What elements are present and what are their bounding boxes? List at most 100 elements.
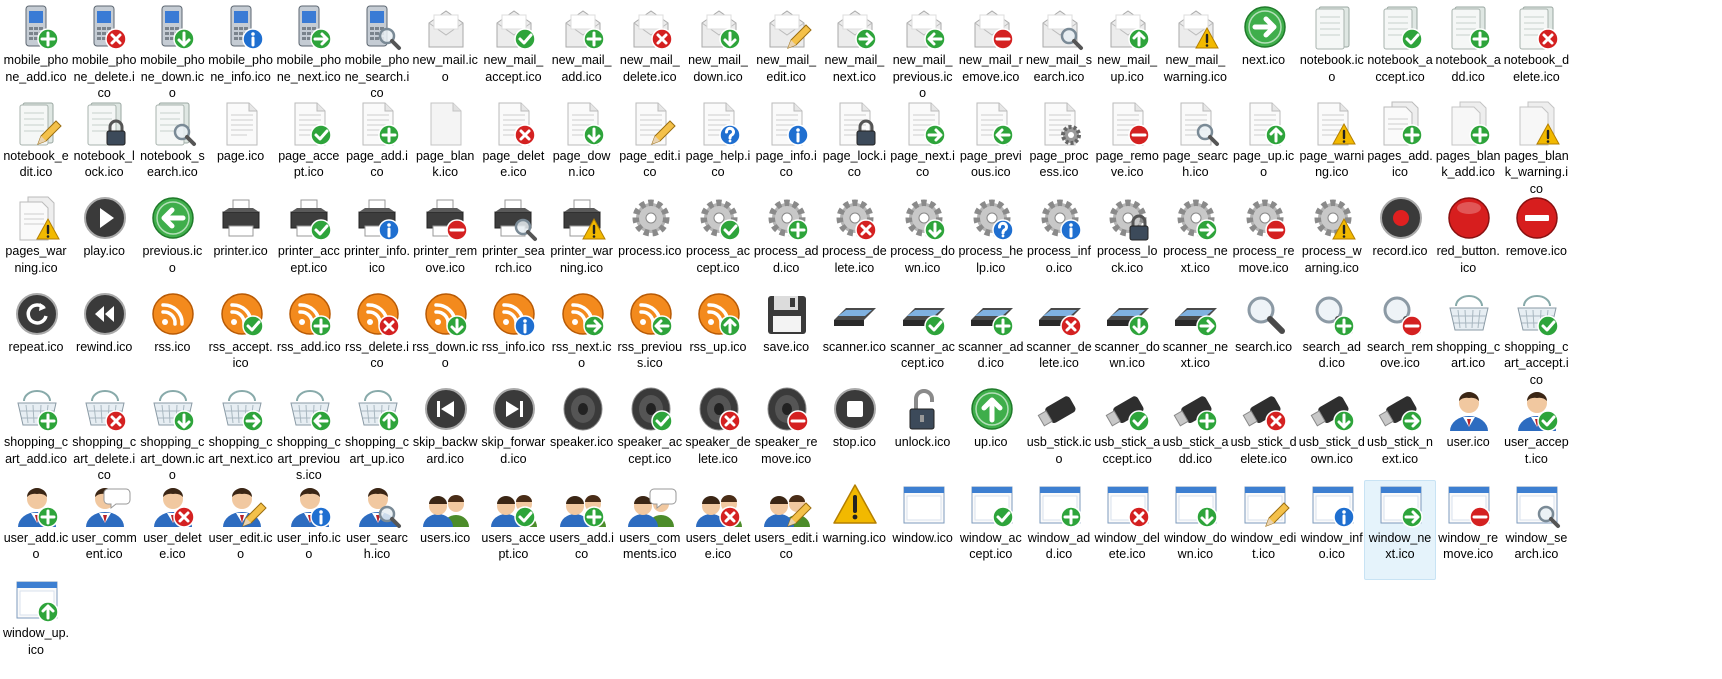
file-item[interactable]: search.ico: [1228, 289, 1300, 389]
file-item[interactable]: rss.ico: [136, 289, 208, 389]
file-item[interactable]: users_accept.ico: [477, 480, 549, 580]
file-item[interactable]: user_edit.ico: [205, 480, 277, 580]
file-item[interactable]: warning.ico: [818, 480, 890, 580]
file-item[interactable]: usb_stick_add.ico: [1159, 384, 1231, 484]
file-item[interactable]: record.ico: [1364, 193, 1436, 293]
file-item[interactable]: scanner_add.ico: [955, 289, 1027, 389]
file-item[interactable]: new_mail_accept.ico: [477, 2, 549, 102]
file-item[interactable]: rss_previous.ico: [614, 289, 686, 389]
file-item[interactable]: scanner_down.ico: [1091, 289, 1163, 389]
file-item[interactable]: scanner_accept.ico: [887, 289, 959, 389]
file-item[interactable]: printer_accept.ico: [273, 193, 345, 293]
file-item[interactable]: shopping_cart.ico: [1432, 289, 1504, 389]
file-item[interactable]: page_search.ico: [1159, 98, 1231, 198]
file-item[interactable]: page_add.ico: [341, 98, 413, 198]
file-item[interactable]: stop.ico: [818, 384, 890, 484]
file-item[interactable]: process.ico: [614, 193, 686, 293]
file-item[interactable]: page_accept.ico: [273, 98, 345, 198]
file-item[interactable]: pages_blank_add.ico: [1432, 98, 1504, 198]
file-item[interactable]: previous.ico: [136, 193, 208, 293]
file-item[interactable]: rss_info.ico: [477, 289, 549, 389]
file-item[interactable]: process_add.ico: [750, 193, 822, 293]
file-item[interactable]: mobile_phone_info.ico: [205, 2, 277, 102]
file-item[interactable]: printer.ico: [205, 193, 277, 293]
file-item[interactable]: window_delete.ico: [1091, 480, 1163, 580]
file-item[interactable]: page_process.ico: [1023, 98, 1095, 198]
file-item[interactable]: shopping_cart_next.ico: [205, 384, 277, 484]
file-item[interactable]: process_next.ico: [1159, 193, 1231, 293]
file-item[interactable]: new_mail_up.ico: [1091, 2, 1163, 102]
file-item[interactable]: mobile_phone_next.ico: [273, 2, 345, 102]
file-item[interactable]: new_mail_down.ico: [682, 2, 754, 102]
file-item[interactable]: save.ico: [750, 289, 822, 389]
file-item[interactable]: new_mail_delete.ico: [614, 2, 686, 102]
file-item[interactable]: user_comment.ico: [68, 480, 140, 580]
file-item[interactable]: process_help.ico: [955, 193, 1027, 293]
file-item[interactable]: printer_remove.ico: [409, 193, 481, 293]
file-item[interactable]: window_search.ico: [1500, 480, 1572, 580]
file-item[interactable]: user_delete.ico: [136, 480, 208, 580]
file-item[interactable]: users_comments.ico: [614, 480, 686, 580]
file-item[interactable]: shopping_cart_accept.ico: [1500, 289, 1572, 389]
file-item[interactable]: notebook_search.ico: [136, 98, 208, 198]
file-item[interactable]: user_search.ico: [341, 480, 413, 580]
file-item[interactable]: printer_search.ico: [477, 193, 549, 293]
file-item[interactable]: skip_forward.ico: [477, 384, 549, 484]
file-item[interactable]: notebook_edit.ico: [0, 98, 72, 198]
file-item[interactable]: scanner_delete.ico: [1023, 289, 1095, 389]
file-item[interactable]: speaker_remove.ico: [750, 384, 822, 484]
file-item[interactable]: window_remove.ico: [1432, 480, 1504, 580]
file-item[interactable]: mobile_phone_delete.ico: [68, 2, 140, 102]
file-item[interactable]: shopping_cart_up.ico: [341, 384, 413, 484]
file-item[interactable]: window_next.ico: [1364, 479, 1436, 580]
file-item[interactable]: process_remove.ico: [1228, 193, 1300, 293]
file-item[interactable]: scanner_next.ico: [1159, 289, 1231, 389]
file-item[interactable]: users_edit.ico: [750, 480, 822, 580]
file-item[interactable]: speaker_delete.ico: [682, 384, 754, 484]
file-item[interactable]: new_mail_warning.ico: [1159, 2, 1231, 102]
file-item[interactable]: page_next.ico: [887, 98, 959, 198]
file-item[interactable]: usb_stick_accept.ico: [1091, 384, 1163, 484]
file-item[interactable]: window_add.ico: [1023, 480, 1095, 580]
file-item[interactable]: user_accept.ico: [1500, 384, 1572, 484]
file-item[interactable]: window_accept.ico: [955, 480, 1027, 580]
file-item[interactable]: new_mail.ico: [409, 2, 481, 102]
file-item[interactable]: window_edit.ico: [1228, 480, 1300, 580]
file-item[interactable]: printer_warning.ico: [546, 193, 618, 293]
file-item[interactable]: pages_blank_warning.ico: [1500, 98, 1572, 198]
file-item[interactable]: mobile_phone_search.ico: [341, 2, 413, 102]
file-item[interactable]: window.ico: [887, 480, 959, 580]
file-item[interactable]: notebook_accept.ico: [1364, 2, 1436, 102]
file-item[interactable]: users_add.ico: [546, 480, 618, 580]
file-item[interactable]: new_mail_search.ico: [1023, 2, 1095, 102]
file-item[interactable]: usb_stick_down.ico: [1296, 384, 1368, 484]
file-item[interactable]: rss_delete.ico: [341, 289, 413, 389]
file-item[interactable]: process_delete.ico: [818, 193, 890, 293]
file-item[interactable]: remove.ico: [1500, 193, 1572, 293]
file-item[interactable]: rss_up.ico: [682, 289, 754, 389]
file-item[interactable]: up.ico: [955, 384, 1027, 484]
file-item[interactable]: user.ico: [1432, 384, 1504, 484]
file-item[interactable]: page_remove.ico: [1091, 98, 1163, 198]
file-item[interactable]: window_down.ico: [1159, 480, 1231, 580]
file-item[interactable]: window_up.ico: [0, 575, 72, 675]
file-item[interactable]: next.ico: [1228, 2, 1300, 102]
file-item[interactable]: notebook_lock.ico: [68, 98, 140, 198]
file-item[interactable]: search_add.ico: [1296, 289, 1368, 389]
file-item[interactable]: user_info.ico: [273, 480, 345, 580]
file-item[interactable]: rss_add.ico: [273, 289, 345, 389]
file-item[interactable]: search_remove.ico: [1364, 289, 1436, 389]
file-item[interactable]: rewind.ico: [68, 289, 140, 389]
file-item[interactable]: notebook_add.ico: [1432, 2, 1504, 102]
file-item[interactable]: user_add.ico: [0, 480, 72, 580]
file-item[interactable]: repeat.ico: [0, 289, 72, 389]
file-item[interactable]: new_mail_add.ico: [546, 2, 618, 102]
file-item[interactable]: process_down.ico: [887, 193, 959, 293]
file-item[interactable]: printer_info.ico: [341, 193, 413, 293]
file-item[interactable]: new_mail_edit.ico: [750, 2, 822, 102]
file-item[interactable]: new_mail_remove.ico: [955, 2, 1027, 102]
file-item[interactable]: notebook_delete.ico: [1500, 2, 1572, 102]
file-item[interactable]: unlock.ico: [887, 384, 959, 484]
file-item[interactable]: process_lock.ico: [1091, 193, 1163, 293]
file-item[interactable]: rss_next.ico: [546, 289, 618, 389]
